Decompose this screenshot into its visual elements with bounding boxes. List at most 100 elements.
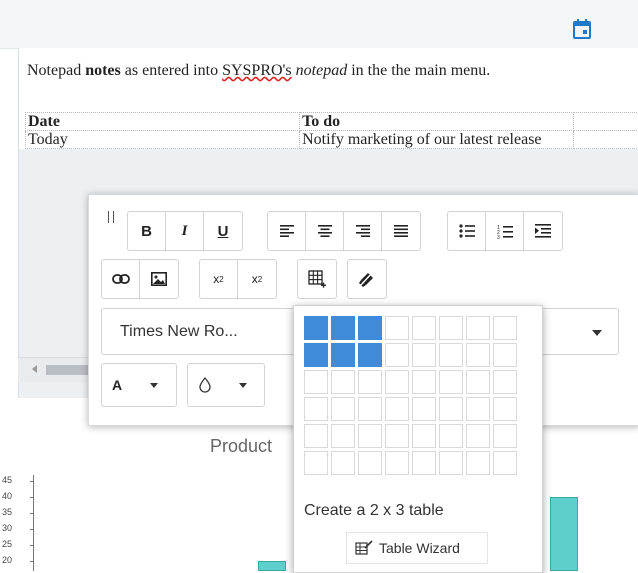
font-family-value: Times New Ro... [120,323,238,341]
table-grid-cell[interactable] [466,424,490,448]
table-grid-cell[interactable] [439,424,463,448]
clear-format-button[interactable] [348,260,386,298]
scroll-left-icon[interactable] [32,365,37,373]
indent-button[interactable] [524,212,562,250]
list-group: 123 [447,211,563,251]
table-grid-cell[interactable] [385,397,409,421]
align-left-button[interactable] [268,212,306,250]
table-grid-cell[interactable] [385,424,409,448]
table-grid-cell[interactable] [331,316,355,340]
table-grid-cell[interactable] [304,424,328,448]
table-grid-cell[interactable] [331,424,355,448]
table-grid-cell[interactable] [358,424,382,448]
table-grid-cell[interactable] [439,397,463,421]
link-button[interactable] [102,260,140,298]
table-grid-cell[interactable] [412,451,436,475]
text-color-icon[interactable]: A [102,364,132,406]
align-right-button[interactable] [344,212,382,250]
table-header-cell [574,113,638,131]
calendar-icon[interactable] [573,19,591,39]
table-grid-cell[interactable] [358,397,382,421]
align-justify-button[interactable] [382,212,420,250]
document-table[interactable]: Date To do Today Notify marketing of our… [25,112,638,149]
table-grid-cell[interactable] [439,370,463,394]
table-grid-cell[interactable] [493,424,517,448]
y-tick [30,561,34,562]
y-tick [30,529,34,530]
chevron-down-icon [150,383,158,388]
table-grid-cell[interactable] [304,397,328,421]
text-color-dropdown[interactable] [132,364,176,406]
table-grid-cell[interactable] [358,343,382,367]
y-tick [30,545,34,546]
subscript-button[interactable]: x2 [200,260,238,298]
align-center-button[interactable] [306,212,344,250]
fill-color-icon[interactable] [188,364,222,406]
table-grid-cell[interactable] [385,343,409,367]
table-grid-cell[interactable] [439,316,463,340]
bullet-list-button[interactable] [448,212,486,250]
table-grid-cell[interactable] [466,397,490,421]
chart-bar [258,561,286,571]
y-tick [30,481,34,482]
y-tick-label: 25 [2,539,12,549]
table-grid-cell[interactable] [358,316,382,340]
bold-button[interactable]: B [128,212,166,250]
table-grid-cell[interactable] [385,451,409,475]
table-grid-cell[interactable] [439,451,463,475]
table-grid-cell[interactable] [304,316,328,340]
table-grid-cell[interactable] [466,343,490,367]
table-grid-cell[interactable] [412,397,436,421]
text-color-picker[interactable]: A [101,363,177,407]
table-grid-cell[interactable] [331,451,355,475]
chart-bar [550,497,578,571]
table-grid-cell[interactable] [493,316,517,340]
image-button[interactable] [140,260,178,298]
italic-button[interactable]: I [166,212,204,250]
editor-content[interactable]: Notepad notes as entered into SYSPRO's n… [19,48,638,149]
table-grid-cell[interactable] [493,451,517,475]
table-wizard-button[interactable]: Table Wizard [346,532,488,564]
drag-handle-icon[interactable] [108,211,114,223]
table-grid-cell[interactable] [358,451,382,475]
table-grid-cell[interactable] [385,370,409,394]
table-insert-button[interactable] [298,260,336,298]
fill-color-dropdown[interactable] [222,364,264,406]
table-grid-cell[interactable] [358,370,382,394]
table-grid-cell[interactable] [439,343,463,367]
table-grid-cell[interactable] [412,370,436,394]
table-grid-cell[interactable] [493,343,517,367]
table-grid-cell[interactable] [466,451,490,475]
clear-format-group [347,259,387,299]
table-grid-cell[interactable] [412,424,436,448]
chart-y-axis: 45 40 35 30 25 20 [0,475,45,571]
table-grid-cell[interactable] [466,370,490,394]
table-grid-cell[interactable] [412,316,436,340]
table-grid-cell[interactable] [493,397,517,421]
table-cell: Today [26,131,300,149]
numbered-list-icon: 123 [497,224,513,239]
scroll-thumb[interactable] [46,365,88,375]
align-right-icon [356,225,370,237]
table-grid-cell[interactable] [412,343,436,367]
y-tick-label: 40 [2,491,12,501]
table-grid-cell[interactable] [331,370,355,394]
table-insert-icon [308,270,326,288]
table-grid-cell[interactable] [331,397,355,421]
table-grid-cell[interactable] [493,370,517,394]
table-grid-cell[interactable] [331,343,355,367]
table-header-row: Date To do [26,113,638,131]
superscript-button[interactable]: x2 [238,260,276,298]
underline-button[interactable]: U [204,212,242,250]
table-grid-cell[interactable] [304,370,328,394]
y-tick-label: 30 [2,523,12,533]
table-grid-cell[interactable] [385,316,409,340]
fill-color-picker[interactable] [187,363,265,407]
table-grid-cell[interactable] [304,451,328,475]
svg-text:3: 3 [497,235,500,239]
horizontal-scrollbar[interactable] [18,357,88,382]
table-grid-cell[interactable] [304,343,328,367]
misspelled-text: SYSPRO's [222,62,292,79]
numbered-list-button[interactable]: 123 [486,212,524,250]
table-grid-cell[interactable] [466,316,490,340]
